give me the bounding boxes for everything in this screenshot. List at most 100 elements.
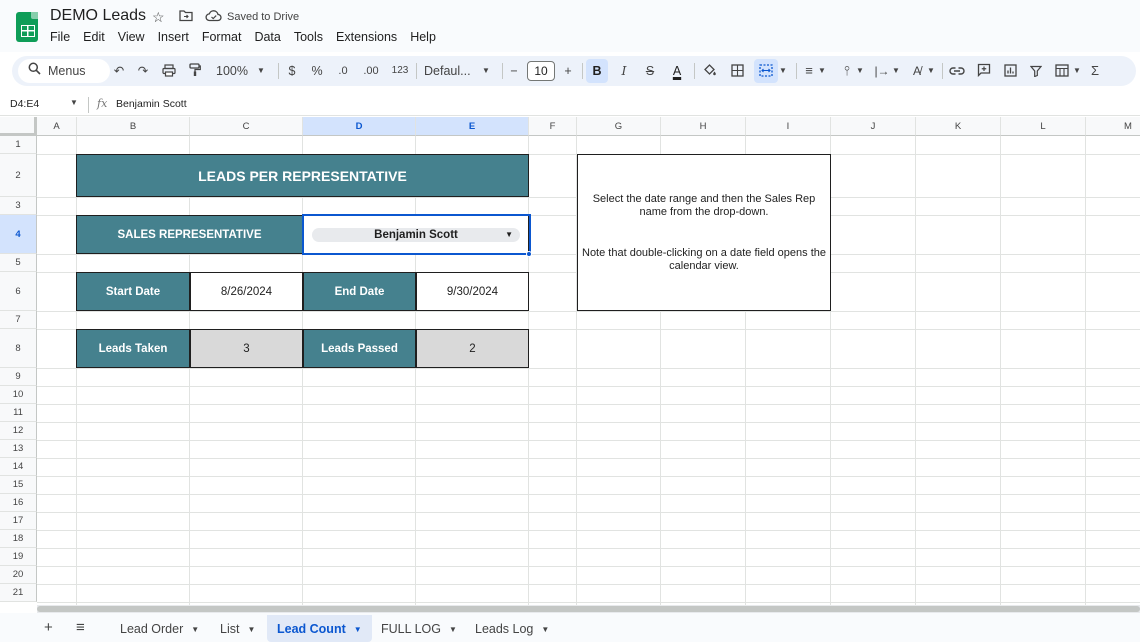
- chevron-down-icon[interactable]: ▼: [480, 56, 492, 86]
- sheet-tab-lead-order[interactable]: Lead Order ▼: [110, 615, 209, 642]
- menu-help[interactable]: Help: [410, 30, 436, 44]
- name-box[interactable]: D4:E4: [10, 98, 39, 110]
- move-folder-icon[interactable]: [179, 9, 193, 25]
- row-header-4[interactable]: 4: [0, 215, 37, 254]
- dashboard-title[interactable]: LEADS PER REPRESENTATIVE: [76, 154, 529, 197]
- row-header-6[interactable]: 6: [0, 272, 37, 311]
- leads-taken-value[interactable]: 3: [190, 329, 303, 368]
- decrease-font-size-button[interactable]: −: [507, 56, 521, 86]
- strikethrough-button[interactable]: S: [641, 56, 659, 86]
- merge-cells-icon[interactable]: [754, 59, 778, 83]
- column-header-j[interactable]: J: [831, 117, 916, 136]
- paint-format-icon[interactable]: [186, 56, 204, 86]
- sales-rep-label[interactable]: SALES REPRESENTATIVE: [76, 215, 303, 254]
- text-rotation-icon[interactable]: A̸: [908, 56, 926, 86]
- star-icon[interactable]: ☆: [152, 9, 165, 26]
- percent-format-button[interactable]: %: [308, 56, 326, 86]
- row-header-20[interactable]: 20: [0, 566, 37, 584]
- row-header-13[interactable]: 13: [0, 440, 37, 458]
- row-header-12[interactable]: 12: [0, 422, 37, 440]
- menu-insert[interactable]: Insert: [158, 30, 189, 44]
- horizontal-scrollbar[interactable]: [37, 605, 1140, 613]
- leads-taken-label[interactable]: Leads Taken: [76, 329, 190, 368]
- fill-handle[interactable]: [526, 251, 532, 257]
- chevron-down-icon[interactable]: ▼: [1072, 56, 1082, 86]
- column-header-f[interactable]: F: [529, 117, 577, 136]
- leads-passed-value[interactable]: 2: [416, 329, 529, 368]
- chevron-down-icon[interactable]: ▼: [778, 56, 788, 86]
- font-select[interactable]: Defaul...: [424, 56, 482, 86]
- chevron-down-icon[interactable]: ▼: [926, 56, 936, 86]
- row-header-2[interactable]: 2: [0, 154, 37, 197]
- print-icon[interactable]: [160, 56, 178, 86]
- borders-icon[interactable]: [728, 56, 746, 86]
- column-header-l[interactable]: L: [1001, 117, 1086, 136]
- chevron-down-icon[interactable]: ▼: [191, 625, 199, 634]
- column-header-g[interactable]: G: [577, 117, 661, 136]
- chevron-down-icon[interactable]: ▼: [70, 98, 78, 107]
- column-header-b[interactable]: B: [77, 117, 190, 136]
- formula-input[interactable]: Benjamin Scott: [116, 98, 187, 110]
- add-sheet-icon[interactable]: +: [44, 619, 53, 636]
- column-header-h[interactable]: H: [661, 117, 746, 136]
- document-title[interactable]: DEMO Leads: [50, 7, 146, 25]
- sheet-tab-lead-count[interactable]: Lead Count ▼: [267, 615, 372, 642]
- search-menus-input[interactable]: Menus: [18, 59, 110, 83]
- row-header-7[interactable]: 7: [0, 311, 37, 329]
- row-header-21[interactable]: 21: [0, 584, 37, 602]
- column-header-d[interactable]: D: [303, 117, 416, 136]
- redo-icon[interactable]: ↷: [134, 56, 152, 86]
- chevron-down-icon[interactable]: ▼: [891, 56, 901, 86]
- menu-extensions[interactable]: Extensions: [336, 30, 397, 44]
- sheet-tab-list[interactable]: List ▼: [210, 615, 265, 642]
- column-header-e[interactable]: E: [416, 117, 529, 136]
- chevron-down-icon[interactable]: ▼: [354, 625, 362, 634]
- row-header-19[interactable]: 19: [0, 548, 37, 566]
- insert-chart-icon[interactable]: [1000, 56, 1020, 86]
- bold-button[interactable]: B: [586, 59, 608, 83]
- start-date-cell[interactable]: 8/26/2024: [190, 272, 303, 311]
- chevron-down-icon[interactable]: ▼: [449, 625, 457, 634]
- row-header-3[interactable]: 3: [0, 197, 37, 215]
- sheet-tab-leads-log[interactable]: Leads Log ▼: [465, 615, 559, 642]
- currency-format-button[interactable]: $: [283, 56, 301, 86]
- table-view-icon[interactable]: [1052, 56, 1072, 86]
- menu-data[interactable]: Data: [254, 30, 280, 44]
- end-date-label[interactable]: End Date: [303, 272, 416, 311]
- sales-rep-dropdown[interactable]: Benjamin Scott ▼: [312, 227, 520, 242]
- row-header-16[interactable]: 16: [0, 494, 37, 512]
- row-header-8[interactable]: 8: [0, 329, 37, 368]
- font-size-input[interactable]: 10: [527, 61, 555, 81]
- select-all-corner[interactable]: [0, 117, 37, 136]
- fill-color-icon[interactable]: [701, 56, 719, 86]
- filter-icon[interactable]: [1026, 56, 1046, 86]
- menu-format[interactable]: Format: [202, 30, 242, 44]
- column-header-m[interactable]: M: [1086, 117, 1140, 136]
- menu-tools[interactable]: Tools: [294, 30, 323, 44]
- start-date-label[interactable]: Start Date: [76, 272, 190, 311]
- menu-edit[interactable]: Edit: [83, 30, 105, 44]
- menu-file[interactable]: File: [50, 30, 70, 44]
- insert-comment-icon[interactable]: [974, 56, 994, 86]
- end-date-cell[interactable]: 9/30/2024: [416, 272, 529, 311]
- column-header-c[interactable]: C: [190, 117, 303, 136]
- row-header-18[interactable]: 18: [0, 530, 37, 548]
- sheets-logo-icon[interactable]: [16, 12, 38, 42]
- row-header-10[interactable]: 10: [0, 386, 37, 404]
- menu-view[interactable]: View: [118, 30, 145, 44]
- row-header-17[interactable]: 17: [0, 512, 37, 530]
- sheet-tab-full-log[interactable]: FULL LOG ▼: [371, 615, 467, 642]
- row-header-14[interactable]: 14: [0, 458, 37, 476]
- instruction-note[interactable]: Select the date range and then the Sales…: [577, 154, 831, 311]
- all-sheets-icon[interactable]: ≡: [76, 619, 85, 636]
- column-header-k[interactable]: K: [916, 117, 1001, 136]
- chevron-down-icon[interactable]: ▼: [817, 56, 827, 86]
- chevron-down-icon[interactable]: ▼: [541, 625, 549, 634]
- column-header-i[interactable]: I: [746, 117, 831, 136]
- text-wrapping-icon[interactable]: |→: [873, 56, 891, 86]
- leads-passed-label[interactable]: Leads Passed: [303, 329, 416, 368]
- undo-icon[interactable]: ↶: [110, 56, 128, 86]
- spreadsheet-grid[interactable]: A B C D E F G H I J K L M 1 2 3 4 5 6 7 …: [0, 117, 1140, 605]
- scrollbar-thumb[interactable]: [37, 606, 1140, 612]
- insert-link-icon[interactable]: [947, 56, 967, 86]
